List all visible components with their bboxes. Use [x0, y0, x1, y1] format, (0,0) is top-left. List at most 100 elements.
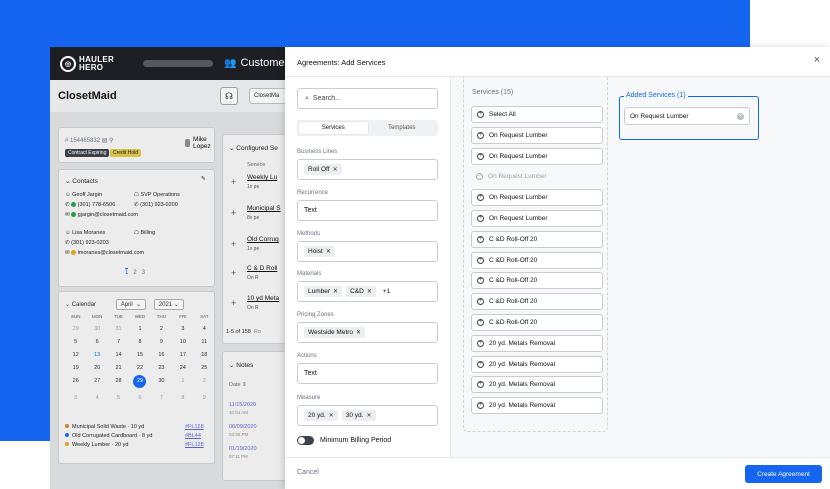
calendar-day[interactable]: 6 [86, 339, 107, 345]
service-option[interactable]: + On Request Lumber [471, 210, 603, 227]
service-option[interactable]: + C &D Roll-Off 20 [471, 272, 603, 290]
materials-field[interactable]: Lumber ✕ C&D ✕ +1 [297, 281, 438, 302]
contact-phone[interactable]: ✆ (301) 778-6506 [65, 202, 115, 208]
calendar-day[interactable]: 3 [65, 395, 86, 401]
calendar-day[interactable]: 1 [172, 378, 193, 388]
calendar-day[interactable]: 29 [133, 375, 147, 388]
calendar-day[interactable]: 12 [65, 352, 86, 358]
service-link[interactable]: Old Corrug [247, 236, 279, 243]
calendar-day[interactable]: 28 [108, 378, 129, 388]
calendar-day[interactable]: 5 [65, 339, 86, 345]
calendar-day[interactable]: 27 [86, 378, 107, 388]
contact-email[interactable]: ✉ lmoranes@closetmaid.com [65, 250, 144, 256]
measure-field[interactable]: 20 yd. ✕ 30 yd. ✕ [297, 405, 438, 426]
support-icon[interactable]: ☊ [220, 87, 238, 105]
search-field[interactable]: ⌕ [297, 88, 438, 109]
service-option[interactable]: + C &D Roll-Off 20 [471, 230, 603, 248]
note-date[interactable]: 01/19/2020 [229, 446, 257, 452]
chip-remove-icon[interactable]: ✕ [329, 412, 334, 419]
calendar-day[interactable]: 9 [194, 395, 215, 401]
pricing-zones-field[interactable]: Westside Metro ✕ [297, 322, 438, 343]
calendar-day[interactable]: 15 [129, 352, 150, 358]
service-option[interactable]: +20 yd. Metals Removal [471, 376, 603, 394]
service-option[interactable]: +20 yd. Metals Removal [471, 397, 603, 415]
hauler-hero-logo[interactable]: ◎ HAULER HERO [60, 55, 114, 72]
service-option[interactable]: + C &D Roll-Off 20 [471, 251, 603, 269]
calendar-day[interactable]: 13 [86, 352, 107, 358]
chip-remove-icon[interactable]: ✕ [333, 288, 338, 295]
expand-icon[interactable]: + [231, 239, 236, 249]
note-date[interactable]: 06/09/2020 [229, 424, 257, 430]
chip-remove-icon[interactable]: ✕ [367, 288, 372, 295]
year-select[interactable]: 2021 ⌄ [153, 299, 184, 310]
minimum-billing-toggle[interactable] [297, 436, 314, 445]
calendar-day[interactable]: 21 [108, 365, 129, 371]
service-option[interactable]: + On Request Lumber [471, 147, 603, 165]
calendar-day[interactable]: 18 [194, 352, 215, 358]
service-option[interactable]: + C &D Roll-Off 20 [471, 314, 603, 331]
calendar-day[interactable]: 8 [172, 395, 193, 401]
calendar-day[interactable]: 24 [172, 365, 193, 371]
calendar-day[interactable]: 1 [129, 326, 150, 332]
calendar-day[interactable]: 22 [129, 365, 150, 371]
calendar-day[interactable]: 29 [65, 326, 86, 332]
calendar-day[interactable]: 4 [86, 395, 107, 401]
service-link[interactable]: Municipal S [247, 205, 281, 212]
expand-icon[interactable]: + [231, 208, 236, 218]
calendar-day[interactable]: 25 [194, 365, 215, 371]
calendar-day[interactable]: 23 [151, 365, 172, 371]
more-chips[interactable]: +1 [380, 286, 393, 297]
tab-templates[interactable]: Templates [368, 122, 437, 134]
calendar-day[interactable]: 9 [151, 339, 172, 345]
expand-icon[interactable]: + [231, 268, 236, 278]
calendar-day[interactable]: 31 [108, 326, 129, 332]
calendar-day[interactable]: 30 [151, 378, 172, 388]
legend-link[interactable]: #BL44 [185, 433, 201, 439]
service-option[interactable]: + C &D Roll-Off 20 [471, 293, 603, 311]
calendar-day[interactable]: 26 [65, 378, 86, 388]
calendar-day[interactable]: 17 [172, 352, 193, 358]
edit-icon[interactable]: ✎ [201, 176, 206, 182]
calendar-day[interactable]: 7 [151, 395, 172, 401]
calendar-day[interactable]: 2 [194, 378, 215, 388]
chip-remove-icon[interactable]: ✕ [326, 248, 331, 255]
nav-customers[interactable]: 👥 Customer [224, 57, 288, 69]
calendar-day[interactable]: 3 [172, 326, 193, 332]
close-icon[interactable]: × [814, 55, 820, 66]
calendar-day[interactable]: 6 [129, 395, 150, 401]
notes-title[interactable]: ⌄ Notes [229, 361, 253, 369]
cancel-button[interactable]: Cancel [297, 469, 319, 476]
service-option[interactable]: +20 yd. Metals Removal [471, 355, 603, 373]
expand-icon[interactable]: + [231, 298, 236, 308]
calendar-day[interactable]: 30 [86, 326, 107, 332]
service-link[interactable]: Weekly Lu [247, 174, 277, 181]
search-input[interactable] [312, 95, 423, 102]
legend-link[interactable]: #FL128 [185, 442, 204, 448]
calendar-day[interactable]: 8 [129, 339, 150, 345]
notes-col-header[interactable]: Date ⇕ [229, 382, 247, 388]
calendar-day[interactable]: 16 [151, 352, 172, 358]
calendar-day[interactable]: 7 [108, 339, 129, 345]
contacts-pager[interactable]: 1 2 3 [125, 268, 145, 276]
month-select[interactable]: April ⌄ [115, 299, 147, 310]
select-all-button[interactable]: + Select All [471, 106, 603, 123]
service-link[interactable]: 10 yd Meta [247, 295, 279, 302]
legend-link[interactable]: #FL128 [185, 424, 204, 430]
calendar-day[interactable]: 11 [194, 339, 215, 345]
chip-remove-icon[interactable]: ✕ [333, 166, 338, 173]
remove-icon[interactable]: ✕ [737, 112, 744, 120]
calendar-day[interactable]: 5 [108, 395, 129, 401]
calendar-day[interactable]: 19 [65, 365, 86, 371]
contact-phone[interactable]: ✆ (301) 923-0200 [134, 202, 178, 208]
calendar-day[interactable]: 20 [86, 365, 107, 371]
actions-field[interactable]: Text [297, 363, 438, 384]
calendar-day[interactable]: 2 [151, 326, 172, 332]
contacts-title[interactable]: ⌄ Contacts [65, 177, 98, 185]
calendar-day[interactable]: 4 [194, 326, 215, 332]
business-lines-field[interactable]: Roll Off ✕ [297, 159, 438, 180]
chip-remove-icon[interactable]: ✕ [366, 412, 371, 419]
methods-field[interactable]: Hoist ✕ [297, 241, 438, 262]
service-link[interactable]: C & D Roll [247, 265, 277, 272]
expand-icon[interactable]: + [231, 177, 236, 187]
tab-services[interactable]: Services [299, 122, 368, 134]
